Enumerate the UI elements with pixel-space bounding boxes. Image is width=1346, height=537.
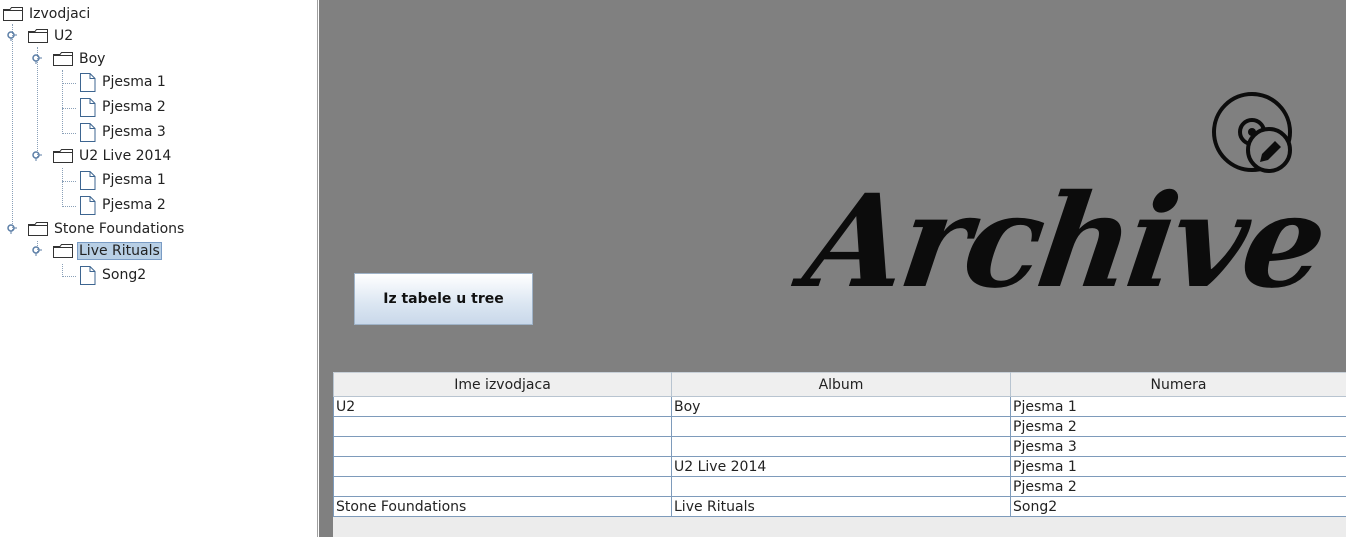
table-cell[interactable] <box>333 416 672 437</box>
folder-icon <box>3 7 23 21</box>
tree-node-song[interactable]: Pjesma 3 <box>77 122 168 142</box>
tree-node-label: U2 Live 2014 <box>79 148 172 164</box>
table-cell[interactable]: Pjesma 1 <box>1010 396 1346 417</box>
tree-node-label: Boy <box>79 51 106 67</box>
tree-node-album[interactable]: U2 Live 2014 <box>53 146 173 166</box>
tree-connector <box>62 168 63 205</box>
file-icon <box>79 122 96 142</box>
tree-node-label: Pjesma 2 <box>102 99 166 115</box>
expand-handle-icon[interactable] <box>7 224 17 234</box>
file-icon <box>79 97 96 117</box>
folder-icon <box>53 52 73 66</box>
file-icon <box>79 170 96 190</box>
tree-connector <box>62 264 63 275</box>
tree-connector <box>62 133 76 134</box>
tree-node-album-selected[interactable]: Live Rituals <box>53 241 162 261</box>
table-cell[interactable]: Pjesma 3 <box>1010 436 1346 457</box>
tree-connector <box>12 24 13 230</box>
table-cell[interactable]: Pjesma 1 <box>1010 456 1346 477</box>
tree-connector <box>62 206 76 207</box>
table-cell[interactable] <box>671 476 1011 497</box>
table-cell[interactable]: U2 Live 2014 <box>671 456 1011 477</box>
table-row[interactable]: Pjesma 2 <box>333 416 1346 437</box>
tree-node-root[interactable]: Izvodjaci <box>3 4 92 24</box>
tree-node-label: Pjesma 1 <box>102 74 166 90</box>
tree-node-artist[interactable]: U2 <box>28 26 75 46</box>
table-cell[interactable] <box>333 456 672 477</box>
archive-logo: Archive <box>796 167 1332 317</box>
table-row[interactable]: U2 Boy Pjesma 1 <box>333 396 1346 417</box>
tree-node-label: Stone Foundations <box>54 221 185 237</box>
tree-node-song[interactable]: Pjesma 1 <box>77 72 168 92</box>
expand-handle-icon[interactable] <box>32 54 42 64</box>
expand-handle-icon[interactable] <box>7 31 17 41</box>
tree-node-label: Pjesma 2 <box>102 197 166 213</box>
tree-node-label: Izvodjaci <box>29 6 91 22</box>
tree-connector <box>62 181 76 182</box>
table-cell[interactable]: Boy <box>671 396 1011 417</box>
table-row[interactable]: Pjesma 2 <box>333 476 1346 497</box>
tree-connector <box>62 70 63 132</box>
column-header-artist[interactable]: Ime izvodjaca <box>333 372 672 397</box>
tree-node-artist[interactable]: Stone Foundations <box>28 219 186 239</box>
tree-node-song[interactable]: Pjesma 2 <box>77 97 168 117</box>
table-cell[interactable]: Song2 <box>1010 496 1346 517</box>
table-to-tree-button[interactable]: Iz tabele u tree <box>354 273 533 325</box>
table-cell[interactable]: Stone Foundations <box>333 496 672 517</box>
tree-node-label: Pjesma 1 <box>102 172 166 188</box>
table-cell[interactable] <box>333 436 672 457</box>
tree-node-label: U2 <box>54 28 74 44</box>
folder-icon <box>53 149 73 163</box>
tree-node-song[interactable]: Pjesma 1 <box>77 170 168 190</box>
table-cell[interactable]: Pjesma 2 <box>1010 476 1346 497</box>
tree-node-label: Song2 <box>102 267 147 283</box>
tree-node-label: Live Rituals <box>77 242 162 260</box>
file-icon <box>79 265 96 285</box>
table-header-row: Ime izvodjaca Album Numera <box>333 372 1346 397</box>
tree-connector <box>62 276 76 277</box>
table-cell[interactable]: Live Rituals <box>671 496 1011 517</box>
tree-node-song[interactable]: Song2 <box>77 265 148 285</box>
artist-tree[interactable]: Izvodjaci U2 Boy Pjesma 1 Pjesma 2 Pjesm… <box>0 0 318 537</box>
tree-node-album[interactable]: Boy <box>53 49 107 69</box>
column-header-track[interactable]: Numera <box>1010 372 1346 397</box>
expand-handle-icon[interactable] <box>32 151 42 161</box>
table-row[interactable]: U2 Live 2014 Pjesma 1 <box>333 456 1346 477</box>
tree-node-label: Pjesma 3 <box>102 124 166 140</box>
main-panel: Archive Iz tabele u tree Ime izvodjaca A… <box>319 0 1346 537</box>
table-cell[interactable]: U2 <box>333 396 672 417</box>
table-row[interactable]: Stone Foundations Live Rituals Song2 <box>333 496 1346 517</box>
file-icon <box>79 195 96 215</box>
tree-connector <box>62 108 76 109</box>
column-header-album[interactable]: Album <box>671 372 1011 397</box>
music-table[interactable]: Ime izvodjaca Album Numera U2 Boy Pjesma… <box>333 372 1346 537</box>
tree-connector <box>62 83 76 84</box>
table-cell[interactable]: Pjesma 2 <box>1010 416 1346 437</box>
file-icon <box>79 72 96 92</box>
tree-node-song[interactable]: Pjesma 2 <box>77 195 168 215</box>
folder-icon <box>28 222 48 236</box>
folder-icon <box>53 244 73 258</box>
table-row[interactable]: Pjesma 3 <box>333 436 1346 457</box>
folder-icon <box>28 29 48 43</box>
expand-handle-icon[interactable] <box>32 246 42 256</box>
table-cell[interactable] <box>671 436 1011 457</box>
table-cell[interactable] <box>671 416 1011 437</box>
table-cell[interactable] <box>333 476 672 497</box>
